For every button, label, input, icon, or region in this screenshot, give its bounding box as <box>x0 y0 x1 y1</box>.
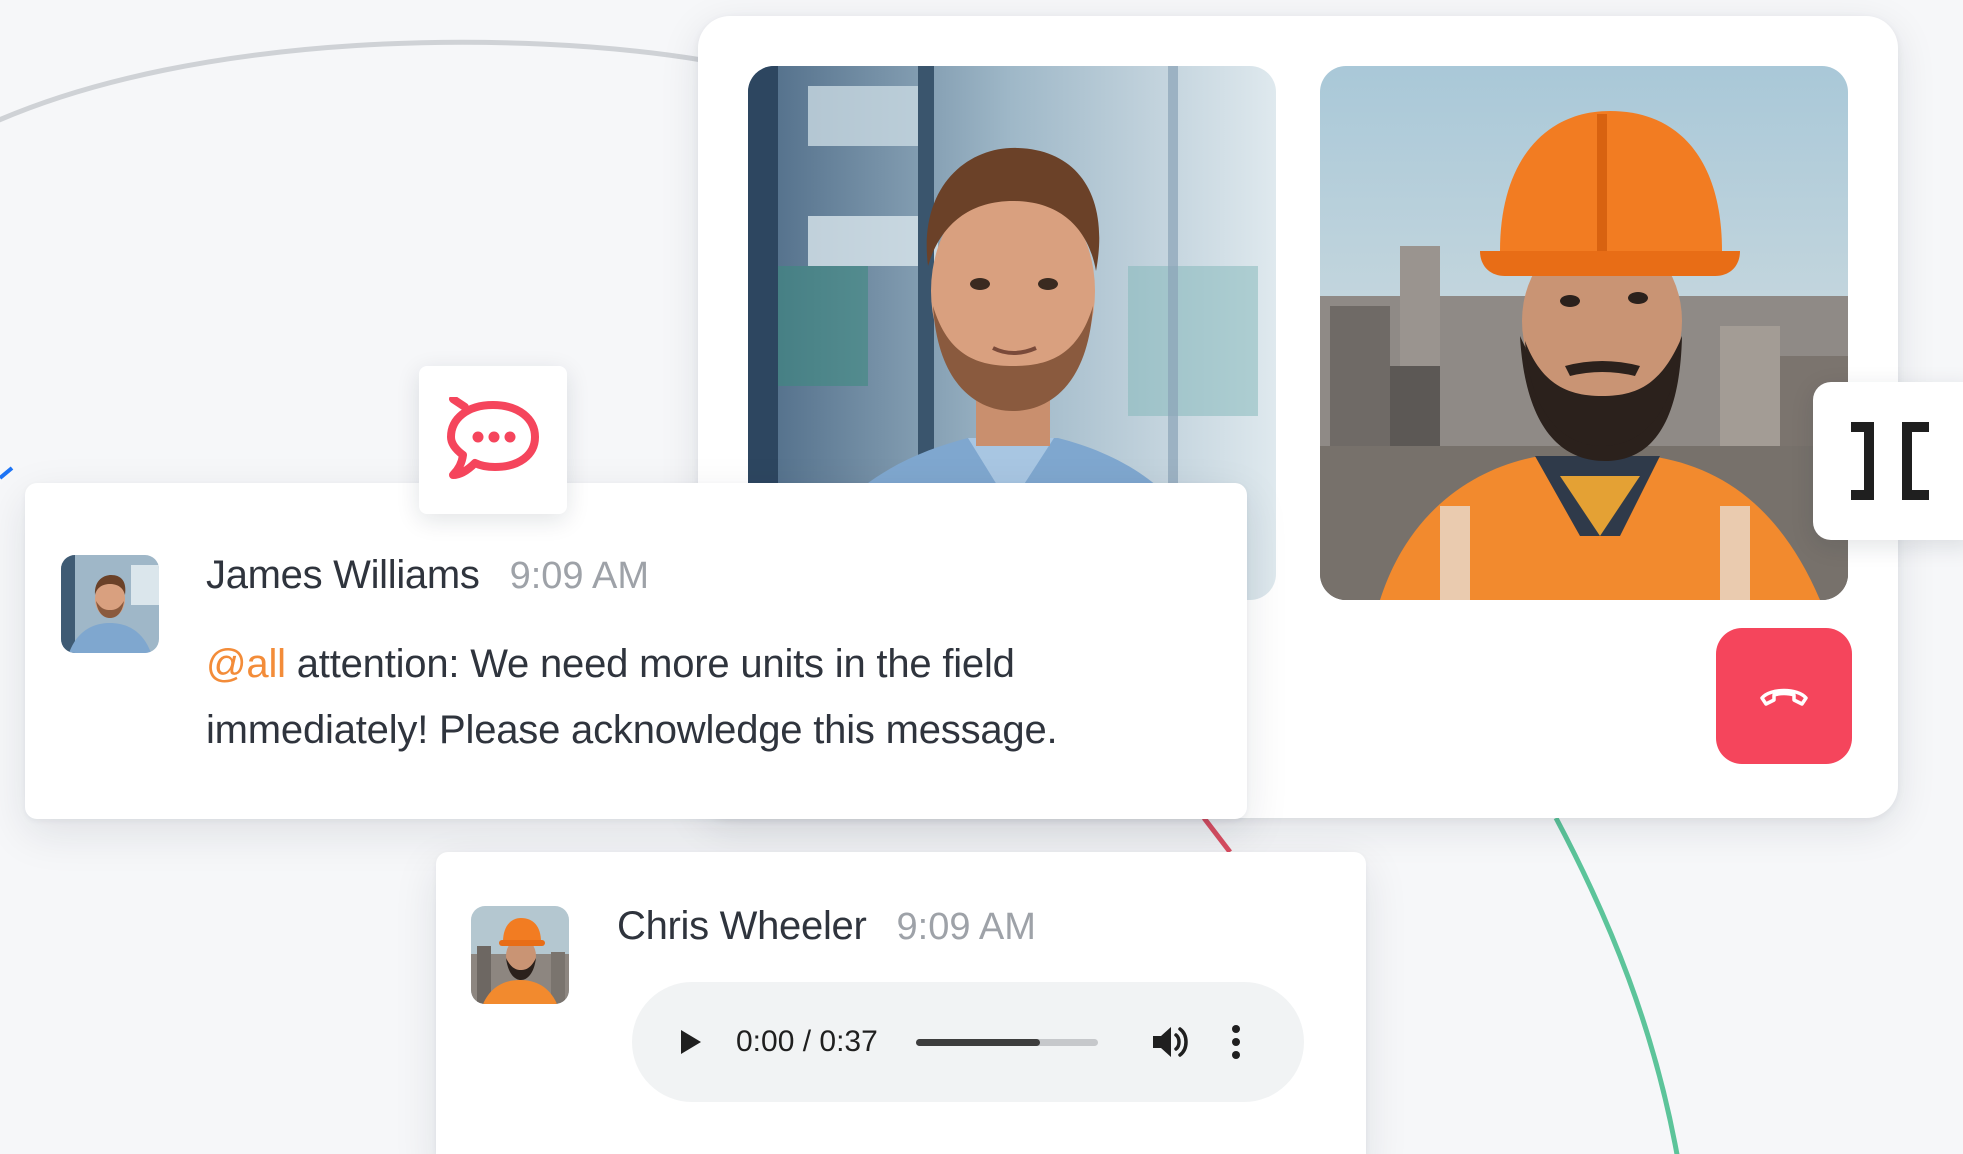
audio-player: 0:00 / 0:37 <box>632 982 1304 1102</box>
message-header: Chris Wheeler 9:09 AM <box>617 904 1036 949</box>
avatar-james-williams <box>61 555 159 653</box>
more-vertical-icon <box>1231 1025 1240 1059</box>
phone-hangup-icon <box>1760 688 1808 706</box>
more-options-button[interactable] <box>1224 1022 1248 1062</box>
audio-seek-bar[interactable] <box>915 1038 1098 1046</box>
rocket-chat-logo-icon <box>447 397 539 479</box>
participant-photo-hard-hat-worker <box>1320 66 1848 600</box>
avatar-chris-wheeler <box>471 906 569 1004</box>
message-card: James Williams 9:09 AM @all attention: W… <box>25 483 1247 819</box>
sender-name[interactable]: James Williams <box>206 553 480 598</box>
audio-seek-progress <box>915 1038 1040 1046</box>
message-timestamp: 9:09 AM <box>509 555 650 597</box>
avatar[interactable] <box>61 555 159 653</box>
message-text: attention: We need more units in the fie… <box>206 642 1058 752</box>
collapse-brackets-icon <box>1851 422 1929 500</box>
message-timestamp: 9:09 AM <box>896 906 1036 948</box>
message-header: James Williams 9:09 AM <box>206 553 649 598</box>
gray-curve <box>0 39 703 123</box>
volume-button[interactable] <box>1150 1022 1190 1062</box>
green-curve <box>1553 816 1680 1154</box>
canvas: James Williams 9:09 AM @all attention: W… <box>0 0 1963 1154</box>
sender-name[interactable]: Chris Wheeler <box>617 904 867 949</box>
play-icon <box>681 1030 701 1054</box>
blue-curve <box>0 466 14 480</box>
volume-icon <box>1152 1027 1188 1057</box>
audio-time-display: 0:00 / 0:37 <box>736 1025 878 1058</box>
avatar[interactable] <box>471 906 569 1004</box>
red-curve <box>1202 816 1232 854</box>
rocket-chat-logo-tile <box>419 366 567 514</box>
message-body: @all attention: We need more units in th… <box>206 631 1206 763</box>
play-button[interactable] <box>676 1027 706 1057</box>
end-call-button[interactable] <box>1716 628 1852 764</box>
video-tile-chris-wheeler[interactable] <box>1320 66 1848 600</box>
message-card: Chris Wheeler 9:09 AM 0:00 / 0:37 <box>436 852 1366 1154</box>
collapse-panel-tab[interactable] <box>1813 382 1963 540</box>
mention-all[interactable]: @all <box>206 642 286 686</box>
